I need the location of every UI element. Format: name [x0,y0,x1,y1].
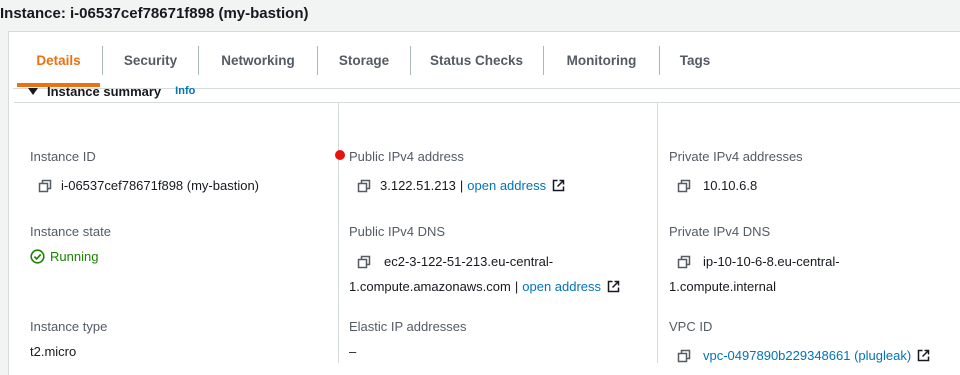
section-title: Instance summary [47,83,162,99]
copy-icon[interactable] [677,179,691,193]
instance-type-value: t2.micro [30,344,77,359]
vpc-id-link[interactable]: vpc-0497890b229348661 (plugleak) [703,348,911,363]
tab-networking[interactable]: Networking [199,46,317,75]
caret-down-icon[interactable] [28,87,38,95]
private-ipv4-label: Private IPv4 addresses [669,149,803,164]
alert-dot [335,150,345,160]
public-dns-line1: ec2-3-122-51-213.eu-central- [357,254,553,269]
tab-security[interactable]: Security [103,46,198,75]
private-dns-text-1: ip-10-10-6-8.eu-central- [703,254,840,269]
instance-summary-header[interactable]: Instance summary Info [28,82,195,100]
vpc-id-value: vpc-0497890b229348661 (plugleak) [677,348,930,363]
external-link-icon[interactable] [917,349,930,362]
instance-id-text: i-06537cef78671f898 (my-bastion) [61,178,260,193]
info-link[interactable]: Info [175,85,195,97]
separator: | [514,279,519,294]
copy-icon[interactable] [38,179,52,193]
private-dns-line1: ip-10-10-6-8.eu-central- [677,254,840,269]
private-ipv4-value: 10.10.6.8 [677,178,757,193]
running-status-text: Running [50,249,99,264]
public-dns-label: Public IPv4 DNS [349,224,446,239]
tab-tags[interactable]: Tags [660,46,730,75]
public-dns-text-2: 1.compute.amazonaws.com [349,279,511,294]
separator: | [459,178,464,193]
instance-id-value: i-06537cef78671f898 (my-bastion) [38,178,259,193]
tab-status-checks[interactable]: Status Checks [411,46,542,75]
column-divider [338,103,339,363]
tab-details[interactable]: Details [17,46,100,75]
public-ipv4-value: 3.122.51.213 | open address [357,178,565,193]
public-ip-text: 3.122.51.213 [380,178,456,193]
vpc-id-label: VPC ID [669,319,713,334]
section-divider [14,102,960,103]
copy-icon[interactable] [357,255,371,269]
public-dns-line2: 1.compute.amazonaws.com | open address [349,279,620,294]
copy-icon[interactable] [677,255,691,269]
page-title: Instance: i-06537cef78671f898 (my-bastio… [0,5,309,22]
private-dns-label: Private IPv4 DNS [669,224,771,239]
public-dns-text-1: ec2-3-122-51-213.eu-central- [384,254,554,269]
open-address-link[interactable]: open address [467,178,546,193]
private-ip-text: 10.10.6.8 [703,178,758,193]
copy-icon[interactable] [677,349,691,363]
instance-id-label: Instance ID [30,149,96,164]
check-circle-icon [30,249,45,264]
copy-icon[interactable] [357,179,371,193]
instance-state-value: Running [30,249,98,264]
tab-bar: Details Security Networking Storage Stat… [13,32,960,89]
private-dns-line2: 1.compute.internal [669,279,776,294]
tab-monitoring[interactable]: Monitoring [544,46,659,75]
open-address-link[interactable]: open address [522,279,601,294]
instance-state-label: Instance state [30,224,111,239]
elastic-ip-label: Elastic IP addresses [349,319,467,334]
elastic-ip-value: – [349,344,357,359]
external-link-icon[interactable] [607,280,620,293]
instance-type-label: Instance type [30,319,108,334]
column-divider [657,103,658,363]
external-link-icon[interactable] [552,179,565,192]
tab-storage[interactable]: Storage [318,46,410,75]
public-ipv4-label: Public IPv4 address [349,149,464,164]
